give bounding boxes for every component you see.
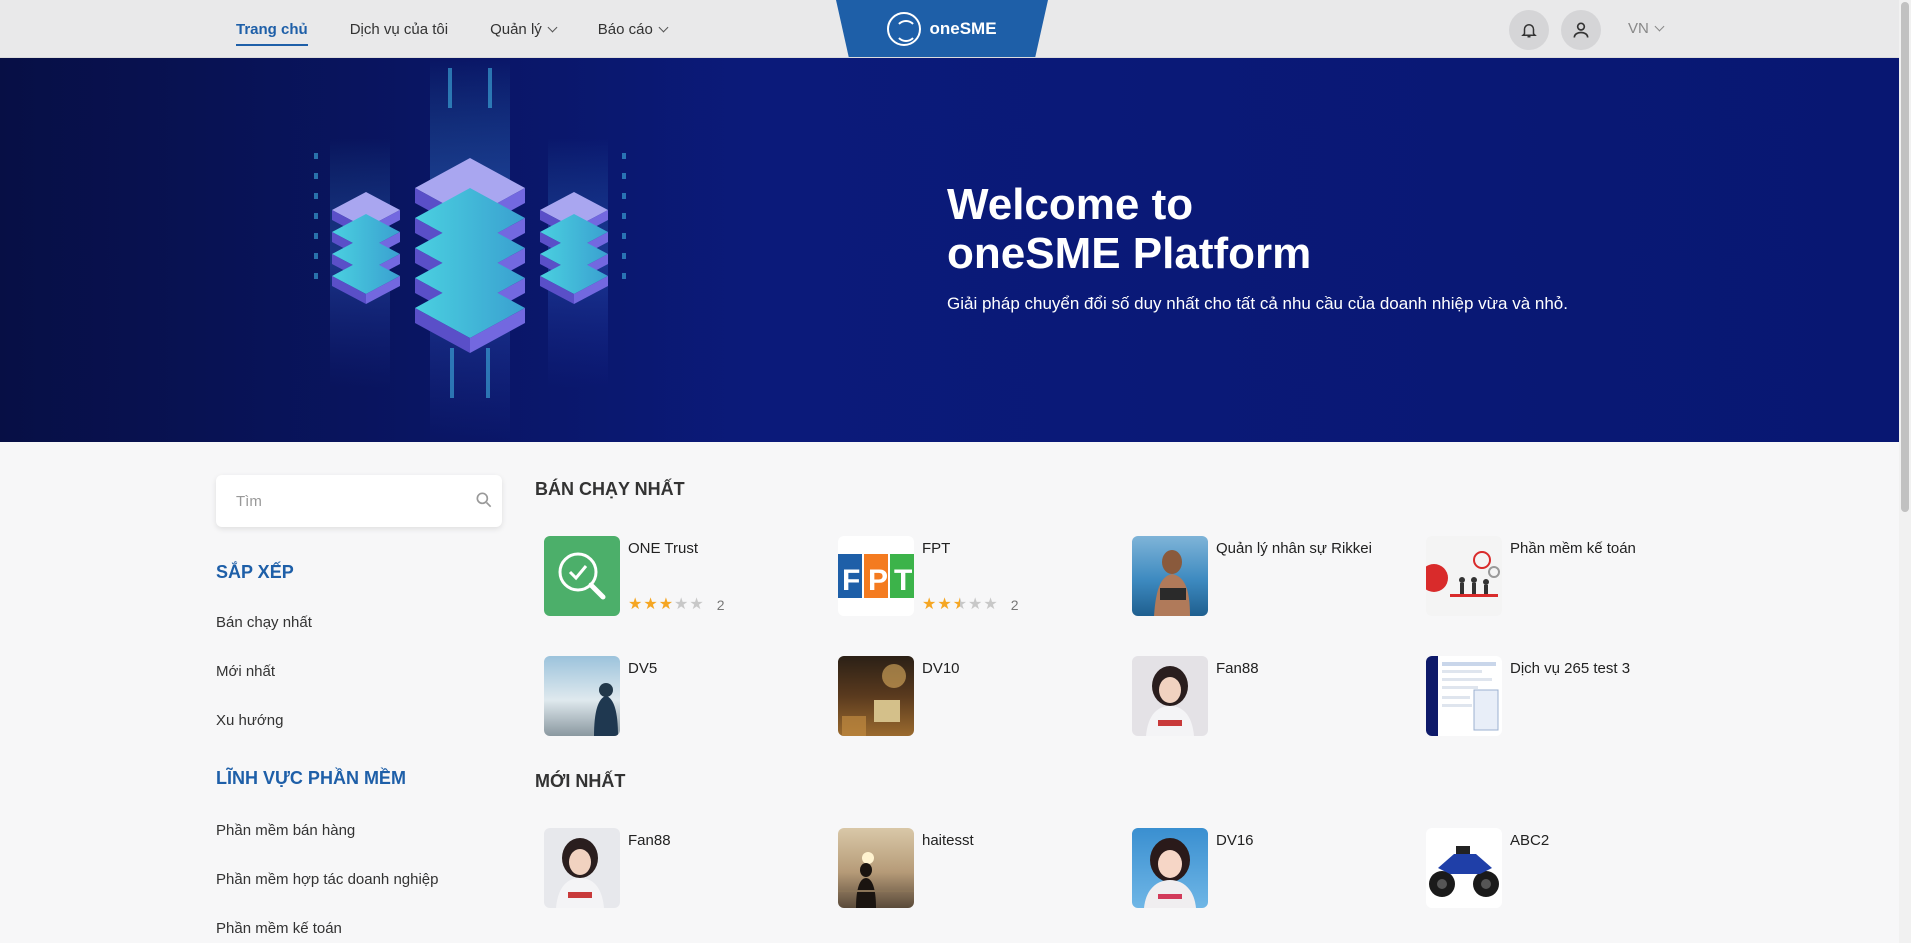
onesme-logo[interactable]: oneSME [836, 0, 1048, 57]
category-heading: LĨNH VỰC PHẦN MỀM [216, 768, 406, 788]
product-card[interactable]: Phần mềm kế toán [1426, 536, 1716, 618]
one-trust-logo [544, 536, 620, 616]
product-name: FPT [922, 540, 951, 557]
product-name: haitesst [922, 832, 974, 849]
star-rating: ★ ★ ★ ★ ★ 2 [628, 596, 725, 614]
product-name: DV5 [628, 660, 658, 677]
language-selector[interactable]: VN [1628, 20, 1665, 37]
review-count: 2 [716, 597, 725, 613]
product-name: Quản lý nhân sự Rikkei [1216, 540, 1372, 557]
product-card[interactable]: Fan88 [544, 828, 834, 910]
main-nav: Trang chủ Dịch vụ của tôi Quản lý Báo cá… [236, 0, 709, 58]
nav-manage[interactable]: Quản lý [490, 0, 558, 58]
sort-heading: SẮP XẾP [216, 562, 294, 582]
nav-report[interactable]: Báo cáo [597, 0, 669, 58]
nav-report-label: Báo cáo [597, 20, 653, 38]
star-icon: ★ [628, 596, 643, 613]
category-sales-software[interactable]: Phần mềm bán hàng [216, 822, 355, 839]
product-name: Fan88 [628, 832, 671, 849]
svg-text:T: T [894, 564, 912, 597]
bell-icon [1521, 24, 1537, 38]
photo-beach [1132, 536, 1208, 616]
best-selling-title: BÁN CHẠY NHẤT [535, 479, 685, 499]
photo-screenshot [1426, 656, 1502, 736]
search-icon[interactable] [474, 490, 494, 510]
sort-trending[interactable]: Xu hướng [216, 712, 283, 729]
product-card[interactable]: Quản lý nhân sự Rikkei [1132, 536, 1422, 618]
star-icon: ★ [937, 596, 952, 613]
newest-title: MỚI NHẤT [535, 771, 626, 791]
chevron-down-icon [547, 22, 558, 32]
sort-newest[interactable]: Mới nhất [216, 663, 275, 680]
svg-text:P: P [868, 564, 888, 597]
review-count: 2 [1010, 597, 1019, 613]
star-icon: ★ [968, 596, 983, 613]
svg-text:F: F [842, 564, 860, 597]
search-box [216, 475, 502, 527]
star-icon: ★ [983, 596, 998, 613]
star-icon: ★ [658, 596, 674, 613]
photo-atv [1426, 828, 1502, 908]
product-card[interactable]: ONE Trust ★ ★ ★ ★ ★ 2 [544, 536, 834, 618]
hero-subtitle: Giải pháp chuyển đổi số duy nhất cho tất… [947, 294, 1568, 313]
nav-manage-label: Quản lý [490, 20, 542, 38]
logo-text: oneSME [929, 18, 997, 38]
chevron-down-icon [1654, 21, 1665, 32]
search-input[interactable] [216, 475, 456, 527]
server-illustration [314, 58, 626, 442]
product-name: DV10 [922, 660, 960, 677]
photo-girl [1132, 656, 1208, 736]
top-header: Trang chủ Dịch vụ của tôi Quản lý Báo cá… [0, 0, 1899, 58]
nav-home-label: Trang chủ [236, 20, 308, 38]
product-card[interactable]: Fan88 [1132, 656, 1422, 738]
hero-title-line2: oneSME Platform [947, 229, 1312, 278]
star-rating: ★ ★ ★ ★ ★ 2 [922, 596, 1019, 614]
nav-my-services[interactable]: Dịch vụ của tôi [350, 0, 448, 58]
star-icon: ★ [922, 596, 937, 613]
product-name: ABC2 [1510, 832, 1550, 849]
nav-my-services-label: Dịch vụ của tôi [349, 20, 449, 38]
notification-button[interactable] [1509, 10, 1549, 50]
product-name: Fan88 [1216, 660, 1259, 677]
product-name: DV16 [1216, 832, 1254, 849]
photo-girl [544, 828, 620, 908]
language-label: VN [1628, 20, 1649, 37]
scrollbar-thumb[interactable] [1901, 2, 1909, 512]
product-card[interactable]: Dịch vụ 265 test 3 [1426, 656, 1716, 738]
chevron-down-icon [658, 22, 669, 32]
account-button[interactable] [1561, 10, 1601, 50]
user-icon [1573, 22, 1589, 38]
category-accounting-software[interactable]: Phần mềm kế toán [216, 920, 342, 937]
product-card[interactable]: DV16 [1132, 828, 1422, 910]
hero-title-line1: Welcome to [947, 180, 1194, 229]
fpt-logo: FPT [838, 536, 914, 616]
product-card[interactable]: ABC2 [1426, 828, 1716, 910]
nav-home[interactable]: Trang chủ [236, 0, 308, 58]
photo-night [838, 656, 914, 736]
half-star-icon: ★ [952, 596, 968, 613]
category-collaboration-software[interactable]: Phần mềm hợp tác doanh nghiệp [216, 871, 439, 888]
product-card[interactable]: DV5 [544, 656, 834, 738]
star-icon: ★ [689, 596, 704, 613]
photo-illustration [1426, 536, 1502, 616]
sort-best-selling[interactable]: Bán chạy nhất [216, 614, 312, 631]
photo-sky [544, 656, 620, 736]
product-card[interactable]: DV10 [838, 656, 1128, 738]
star-icon: ★ [643, 596, 658, 613]
product-card[interactable]: FPT FPT ★ ★ ★ ★ ★ 2 [838, 536, 1128, 618]
page-scrollbar[interactable] [1899, 0, 1911, 943]
photo-girl-2 [1132, 828, 1208, 908]
product-name: Dịch vụ 265 test 3 [1510, 660, 1631, 677]
hero-banner: Welcome to oneSME Platform Giải pháp chu… [0, 58, 1899, 442]
sync-logo-icon [887, 11, 922, 46]
star-icon: ★ [674, 596, 689, 613]
photo-sunset [838, 828, 914, 908]
product-name: ONE Trust [628, 540, 699, 557]
product-card[interactable]: haitesst [838, 828, 1128, 910]
hero-title: Welcome to oneSME Platform [947, 180, 1647, 278]
product-name: Phần mềm kế toán [1510, 540, 1636, 557]
